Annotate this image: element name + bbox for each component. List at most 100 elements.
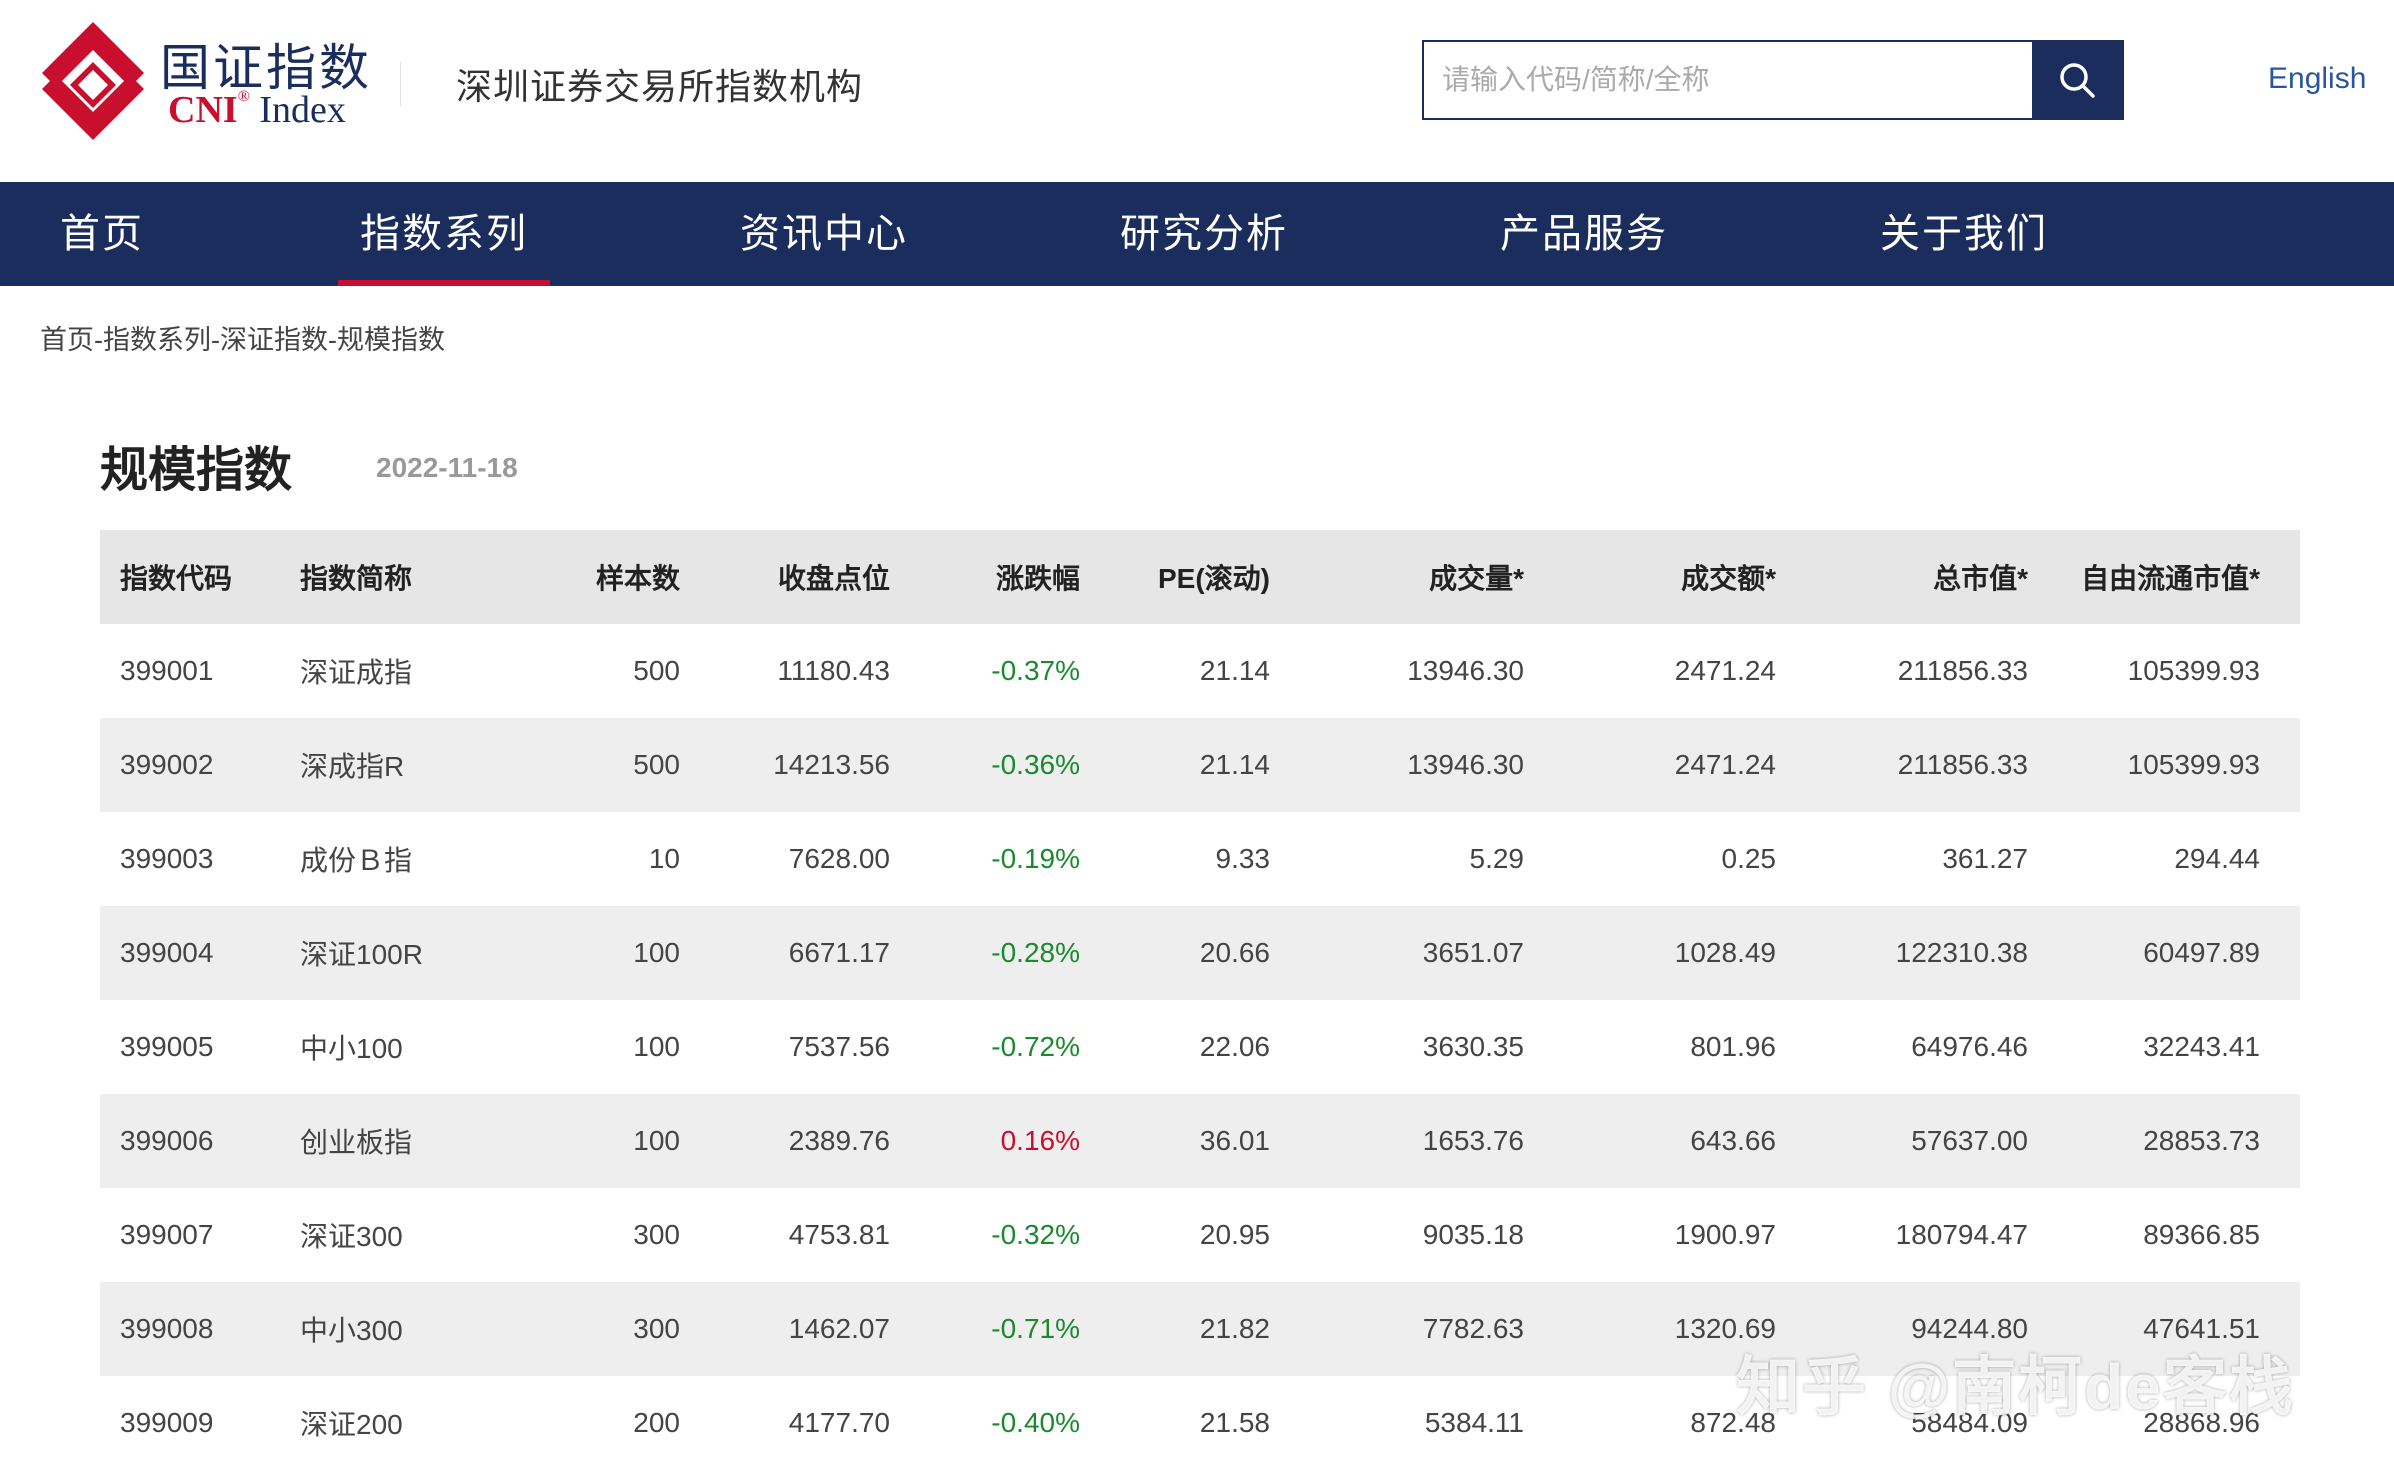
index-name-cell[interactable]: 深成指R [300,745,540,785]
index-name-cell[interactable]: 创业板指 [300,1121,540,1161]
sample-count-cell: 100 [633,937,680,968]
change-cell: -0.19% [991,843,1080,874]
index-name-cell[interactable]: 中小300 [300,1309,540,1349]
header-divider [400,62,401,106]
turnover-cell: 2471.24 [1674,655,1776,686]
index-code-cell[interactable]: 399003 [100,843,300,875]
index-name-cell[interactable]: 深证300 [300,1215,540,1255]
change-cell: -0.71% [991,1313,1080,1344]
volume-cell: 13946.30 [1407,655,1524,686]
sample-count-cell: 500 [633,655,680,686]
turnover-cell: 643.66 [1690,1125,1776,1156]
volume-cell: 9035.18 [1422,1219,1524,1250]
nav-item-news[interactable]: 资讯中心 [740,182,908,286]
table-row[interactable]: 399007 深证300 300 4753.81 -0.32% 20.95 9035.18 1… [100,1188,2300,1282]
sample-count-cell: 300 [633,1219,680,1250]
volume-cell: 7782.63 [1422,1313,1524,1344]
search-input[interactable] [1424,42,2032,118]
index-code-cell[interactable]: 399004 [100,937,300,969]
pe-cell: 21.82 [1199,1313,1270,1344]
index-name-cell[interactable]: 中小100 [300,1027,540,1067]
close-cell: 6671.17 [788,937,890,968]
pe-cell: 36.01 [1199,1125,1270,1156]
sample-count-cell: 100 [633,1125,680,1156]
index-code-cell[interactable]: 399002 [100,749,300,781]
market-cap-cell: 180794.47 [1895,1219,2028,1250]
watermark: 知乎 @南柯de客栈 [1736,1351,2295,1423]
volume-cell: 5384.11 [1424,1407,1524,1438]
nav-item-index-series[interactable]: 指数系列 [338,182,550,286]
pe-cell: 20.66 [1199,937,1270,968]
table-row[interactable]: 399003 成份Ｂ指 10 7628.00 -0.19% 9.33 5.29 0.25 361… [100,812,2300,906]
column-header-free-float-cap[interactable]: 自由流通市值* [2028,557,2280,597]
table-row[interactable]: 399005 中小100 100 7537.56 -0.72% 22.06 3630.35 8… [100,1000,2300,1094]
volume-cell: 13946.30 [1407,749,1524,780]
column-header-pe[interactable]: PE(滚动) [1080,557,1270,597]
nav-item-about[interactable]: 关于我们 [1880,182,2048,286]
column-header-market-cap[interactable]: 总市值* [1776,557,2028,597]
index-code-cell[interactable]: 399005 [100,1031,300,1063]
pe-cell: 21.14 [1199,749,1270,780]
index-name-cell[interactable]: 深证200 [300,1403,540,1443]
index-name-cell[interactable]: 成份Ｂ指 [300,839,540,879]
index-code-cell[interactable]: 399007 [100,1219,300,1251]
sample-count-cell: 100 [633,1031,680,1062]
close-cell: 7628.00 [788,843,890,874]
index-code-cell[interactable]: 399009 [100,1407,300,1439]
market-cap-cell: 361.27 [1942,843,2028,874]
index-code-cell[interactable]: 399008 [100,1313,300,1345]
table-row[interactable]: 399006 创业板指 100 2389.76 0.16% 36.01 1653.76 643… [100,1094,2300,1188]
column-header-change[interactable]: 涨跌幅 [890,557,1080,597]
free-float-cap-cell: 105399.93 [2127,655,2260,686]
index-name-cell[interactable]: 深证100R [300,933,540,973]
index-table: 指数代码 指数简称 样本数 收盘点位 涨跌幅 PE(滚动) 成交量* 成交额* … [100,530,2300,1470]
table-row[interactable]: 399002 深成指R 500 14213.56 -0.36% 21.14 13946.30… [100,718,2300,812]
free-float-cap-cell: 60497.89 [2143,937,2260,968]
volume-cell: 5.29 [1469,843,1525,874]
change-cell: -0.40% [991,1407,1080,1438]
pe-cell: 21.14 [1199,655,1270,686]
turnover-cell: 801.96 [1690,1031,1776,1062]
logo-index-text: Index [259,89,346,131]
registered-mark: ® [237,88,250,105]
search-icon [2060,63,2095,98]
change-cell: -0.36% [991,749,1080,780]
turnover-cell: 0.25 [1721,843,1777,874]
turnover-cell: 1900.97 [1674,1219,1776,1250]
free-float-cap-cell: 105399.93 [2127,749,2260,780]
turnover-cell: 1028.49 [1674,937,1776,968]
page-date: 2022-11-18 [376,452,518,483]
column-header-name[interactable]: 指数简称 [300,557,540,597]
nav-item-products[interactable]: 产品服务 [1500,182,1668,286]
volume-cell: 1653.76 [1422,1125,1524,1156]
close-cell: 11180.43 [777,655,890,686]
change-cell: -0.32% [991,1219,1080,1250]
market-cap-cell: 211856.33 [1897,749,2028,780]
table-header-row: 指数代码 指数简称 样本数 收盘点位 涨跌幅 PE(滚动) 成交量* 成交额* … [100,530,2300,624]
table-row[interactable]: 399001 深证成指 500 11180.43 -0.37% 21.14 13946.30… [100,624,2300,718]
free-float-cap-cell: 28853.73 [2143,1125,2260,1156]
nav-item-home[interactable]: 首页 [60,182,144,286]
index-code-cell[interactable]: 399001 [100,655,300,687]
column-header-volume[interactable]: 成交量* [1270,557,1524,597]
market-cap-cell: 122310.38 [1895,937,2028,968]
cni-logo-icon[interactable] [38,18,148,144]
sample-count-cell: 200 [633,1407,680,1438]
column-header-sample-count[interactable]: 样本数 [540,557,680,597]
language-switch-link[interactable]: English [2268,62,2366,96]
column-header-close[interactable]: 收盘点位 [680,557,890,597]
search-box [1422,40,2124,120]
index-code-cell[interactable]: 399006 [100,1125,300,1157]
free-float-cap-cell: 89366.85 [2143,1219,2260,1250]
index-name-cell[interactable]: 深证成指 [300,651,540,691]
table-row[interactable]: 399004 深证100R 100 6671.17 -0.28% 20.66 3651.07… [100,906,2300,1000]
column-header-code[interactable]: 指数代码 [100,557,300,597]
market-cap-cell: 211856.33 [1897,655,2028,686]
free-float-cap-cell: 32243.41 [2143,1031,2260,1062]
search-button[interactable] [2032,42,2122,118]
breadcrumb[interactable]: 首页-指数系列-深证指数-规模指数 [40,318,445,357]
nav-item-research[interactable]: 研究分析 [1120,182,1288,286]
volume-cell: 3651.07 [1422,937,1524,968]
column-header-turnover[interactable]: 成交额* [1524,557,1776,597]
sample-count-cell: 500 [633,749,680,780]
